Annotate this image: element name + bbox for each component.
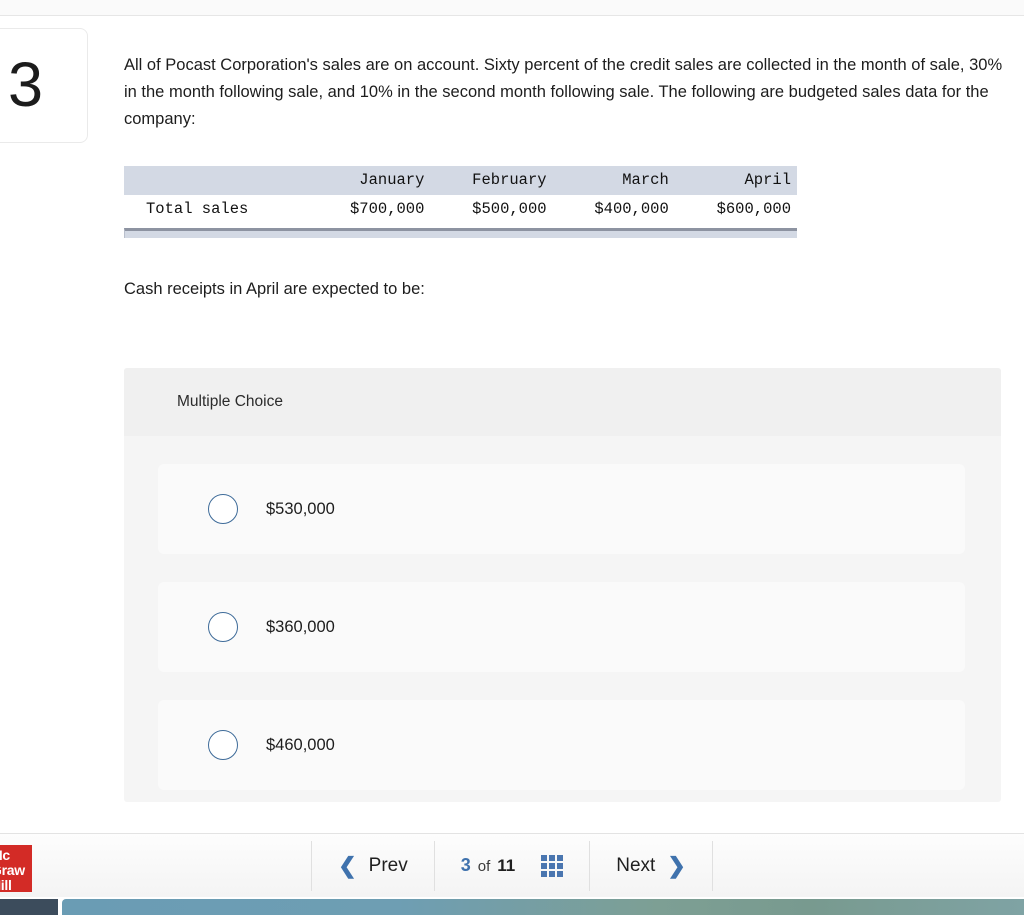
question-number-badge: 3 — [0, 28, 88, 143]
top-header-strip — [0, 0, 1024, 16]
next-cell: Next ❯ — [590, 841, 712, 891]
radio-button-icon-1[interactable] — [208, 494, 238, 524]
option-row-2[interactable]: $360,000 — [158, 582, 965, 672]
prev-button[interactable]: ❮ Prev — [338, 852, 408, 878]
cell-total-sales-april: $600,000 — [674, 195, 797, 224]
answer-type-label: Multiple Choice — [177, 393, 283, 410]
prev-cell: ❮ Prev — [312, 841, 434, 891]
option-row-1[interactable]: $530,000 — [158, 464, 965, 554]
current-page-number: 3 — [460, 855, 471, 875]
chevron-left-icon: ❮ — [338, 852, 357, 878]
table-body: Total sales $700,000 $500,000 $400,000 $… — [124, 195, 797, 224]
cell-total-sales-march: $400,000 — [552, 195, 675, 224]
next-button-label: Next — [616, 854, 656, 876]
grid-cell — [541, 870, 548, 877]
grid-view-icon[interactable] — [541, 854, 564, 877]
grid-cell — [541, 862, 548, 869]
options-list: $530,000 $360,000 $460,000 — [124, 436, 1001, 790]
taskbar-gradient — [62, 899, 1024, 915]
cell-total-sales-january: $700,000 — [308, 195, 431, 224]
row-label-total-sales: Total sales — [124, 195, 309, 224]
question-number: 3 — [7, 50, 43, 120]
navigation-controls: ❮ Prev 3 of 11 Next ❯ — [311, 834, 713, 898]
grid-cell — [549, 854, 556, 861]
page-of-label: of — [477, 858, 491, 875]
answer-type-header: Multiple Choice — [124, 368, 1001, 436]
radio-button-icon-3[interactable] — [208, 730, 238, 760]
question-page: 3 All of Pocast Corporation's sales are … — [0, 0, 1024, 915]
question-prompt: Cash receipts in April are expected to b… — [124, 280, 425, 298]
grid-cell — [549, 862, 556, 869]
column-header-april: April — [674, 166, 797, 195]
column-header-february: February — [430, 166, 553, 195]
table-row: Total sales $700,000 $500,000 $400,000 $… — [124, 195, 797, 224]
brand-line-1: Mc — [0, 847, 10, 863]
brand-line-2: Graw — [0, 862, 25, 878]
grid-cell — [557, 854, 564, 861]
taskbar-left-tile — [0, 899, 58, 915]
chevron-right-icon: ❯ — [667, 852, 686, 878]
answer-panel: Multiple Choice $530,000 $360,000 $460,0… — [124, 368, 1001, 802]
brand-line-3: Hill — [0, 877, 12, 893]
table-head: January February March April — [124, 166, 797, 195]
table-corner-header — [124, 166, 309, 195]
table-footer-rule — [124, 228, 797, 238]
bottom-navigation-bar: ❮ Prev 3 of 11 Next ❯ — [0, 833, 1024, 897]
option-spacer — [124, 554, 1001, 582]
nav-divider-right — [711, 840, 713, 891]
pager-cell: 3 of 11 — [435, 841, 590, 891]
page-indicator: 3 of 11 — [461, 855, 516, 876]
grid-cell — [549, 870, 556, 877]
prev-button-label: Prev — [368, 854, 408, 876]
mcgraw-hill-logo: Mc Graw Hill — [0, 845, 32, 893]
table-header-row: January February March April — [124, 166, 797, 195]
question-stem: All of Pocast Corporation's sales are on… — [124, 56, 1003, 128]
total-page-count: 11 — [497, 856, 516, 875]
grid-cell — [557, 862, 564, 869]
next-button[interactable]: Next ❯ — [616, 852, 686, 878]
column-header-january: January — [308, 166, 431, 195]
option-spacer — [124, 672, 1001, 700]
cell-total-sales-february: $500,000 — [430, 195, 553, 224]
option-label-3: $460,000 — [266, 735, 335, 754]
grid-cell — [541, 854, 548, 861]
option-label-1: $530,000 — [266, 499, 335, 518]
grid-cell — [557, 870, 564, 877]
budgeted-sales-table: January February March April Total sales… — [124, 166, 797, 224]
option-row-3[interactable]: $460,000 — [158, 700, 965, 790]
option-label-2: $360,000 — [266, 617, 335, 636]
column-header-march: March — [552, 166, 675, 195]
radio-button-icon-2[interactable] — [208, 612, 238, 642]
